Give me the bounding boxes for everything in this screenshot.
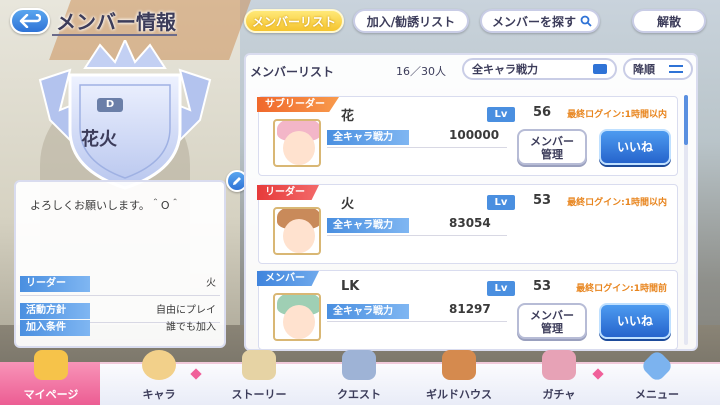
profile-row-value: 自由にプレイ [156,305,216,316]
member-avatar[interactable] [273,293,321,341]
member-power: 83054 [449,216,491,230]
role-tag: サブリーダー [257,97,339,112]
level-tag: Lv [487,195,515,210]
sword-icon [342,350,376,380]
last-login: 最終ログイン:1時間以内 [567,198,667,208]
clan-emblem [38,40,212,190]
nav-label: ストーリー [231,388,287,401]
power-divider [327,321,507,322]
role-tag: メンバー [257,271,319,286]
nav-label: キャラ [142,388,176,401]
search-icon [580,15,592,27]
last-login: 最終ログイン:1時間以内 [567,110,667,120]
clan-rank-badge: D [97,98,123,112]
back-arrow-icon [19,14,41,28]
profile-row-value: 誰でも加入 [166,322,216,333]
member-name: 花 [341,109,355,124]
character-icon [142,350,176,380]
profile-row-label: リーダー [20,276,90,292]
like-button[interactable]: いいね [599,303,671,339]
row-divider [20,295,220,296]
guildhouse-icon [442,350,476,380]
back-button[interactable] [10,8,50,34]
profile-row-leader: リーダー 火 [20,276,220,296]
member-count: 16／30人 [396,65,446,78]
power-label: 全キャラ戦力 [327,130,409,145]
nav-label: マイページ [23,388,79,401]
power-label: 全キャラ戦力 [327,304,409,319]
member-card[interactable]: リーダー 火 Lv 53 最終ログイン:1時間以内 全キャラ戦力 83054 [257,184,678,264]
last-login: 最終ログイン:1時間前 [576,284,667,294]
manage-member-button[interactable]: メンバー 管理 [517,129,587,165]
nav-character[interactable]: キャラ [116,350,202,405]
manage-label-1: メンバー [530,309,574,322]
nav-menu[interactable]: メニュー [614,349,700,405]
nav-label: クエスト [337,388,381,401]
pencil-icon [233,177,241,185]
member-card[interactable]: メンバー LK Lv 53 最終ログイン:1時間前 全キャラ戦力 81297 メ… [257,270,678,350]
scrollbar-thumb[interactable] [684,95,688,145]
member-name: LK [341,279,360,294]
sort-button-label: 降順 [633,63,655,76]
title-underline [52,34,177,36]
nav-mypage[interactable]: マイページ [8,350,94,405]
member-power: 100000 [449,128,500,142]
member-list-title: メンバーリスト [250,65,335,79]
search-members-label: メンバーを探す [492,14,577,29]
role-tag: リーダー [257,185,319,200]
home-icon [34,350,68,380]
avatar-face [283,219,315,253]
manage-label-2: 管理 [541,148,563,161]
nav-quest[interactable]: クエスト [316,350,402,405]
profile-row-label: 加入条件 [20,320,90,336]
level-tag: Lv [487,107,515,122]
manage-member-button[interactable]: メンバー 管理 [517,303,587,339]
power-divider [327,147,507,148]
member-card[interactable]: サブリーダー 花 Lv 56 最終ログイン:1時間以内 全キャラ戦力 10000… [257,96,678,176]
page-title: メンバー情報 [56,10,176,34]
disband-button[interactable]: 解散 [632,9,706,33]
clan-name: 花火 [81,129,117,150]
avatar-face [283,305,315,339]
profile-row-label: 活動方針 [20,303,90,319]
gacha-icon [542,350,576,380]
tab-member-list[interactable]: メンバーリスト [244,9,344,33]
nav-label: ガチャ [542,388,576,401]
sort-icon [669,65,683,73]
filter-select-label: 全キャラ戦力 [472,63,538,76]
like-button[interactable]: いいね [599,129,671,165]
nav-label: メニュー [635,388,679,401]
sort-button[interactable]: 降順 [623,58,693,80]
level-tag: Lv [487,281,515,296]
tab-search-members[interactable]: メンバーを探す [480,9,600,33]
member-level: 56 [533,105,552,120]
member-avatar[interactable] [273,119,321,167]
nav-label: ギルドハウス [426,388,492,401]
member-name: 火 [341,197,355,212]
member-level: 53 [533,193,552,208]
tab-join-invite-list[interactable]: 加入/勧誘リスト [353,9,469,33]
scroll-icon [242,350,276,380]
profile-row-join-condition: 加入条件 誰でも加入 [20,320,220,338]
nav-guildhouse[interactable]: ギルドハウス [416,350,502,405]
member-level: 53 [533,279,552,294]
window-icon [593,64,607,74]
power-divider [327,235,507,236]
clan-comment: よろしくお願いします。＾O＾ [30,199,181,212]
power-label: 全キャラ戦力 [327,218,409,233]
nav-story[interactable]: ストーリー [216,350,302,405]
member-avatar[interactable] [273,207,321,255]
manage-label-1: メンバー [530,135,574,148]
avatar-face [283,131,315,165]
nav-gacha[interactable]: ガチャ [516,350,602,405]
member-power: 81297 [449,302,491,316]
profile-row-policy: 活動方針 自由にプレイ [20,303,220,323]
manage-label-2: 管理 [541,322,563,335]
profile-row-value: 火 [206,278,216,289]
filter-select[interactable]: 全キャラ戦力 [462,58,617,80]
